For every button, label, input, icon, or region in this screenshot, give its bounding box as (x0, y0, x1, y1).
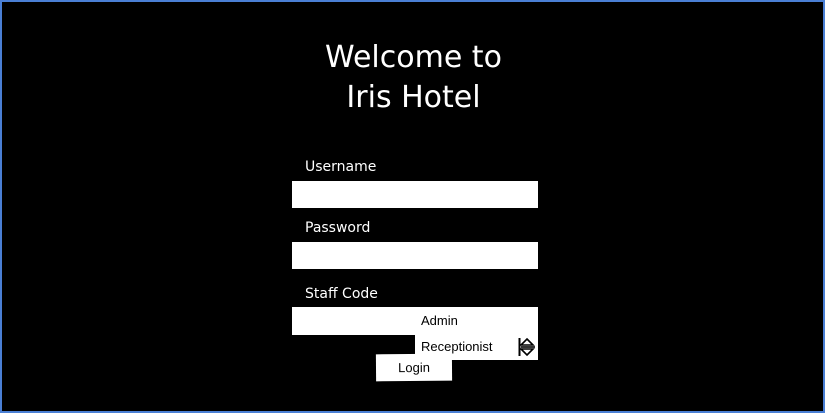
title-line-1: Welcome to (325, 40, 502, 75)
username-input[interactable] (292, 181, 538, 208)
staff-code-select[interactable] (292, 307, 538, 335)
password-input[interactable] (292, 242, 538, 269)
title-line-2: Iris Hotel (346, 80, 481, 115)
staff-code-option-admin[interactable]: Admin (421, 313, 458, 328)
staff-code-label: Staff Code (305, 286, 378, 302)
up-down-stepper-icon[interactable] (518, 337, 536, 357)
username-label: Username (305, 159, 377, 175)
login-button[interactable]: Login (375, 353, 453, 382)
page-title: Welcome to Iris Hotel (2, 38, 825, 118)
staff-code-option-receptionist[interactable]: Receptionist (421, 339, 493, 354)
login-window: Welcome to Iris Hotel Username Password … (0, 0, 825, 413)
password-label: Password (305, 220, 371, 236)
